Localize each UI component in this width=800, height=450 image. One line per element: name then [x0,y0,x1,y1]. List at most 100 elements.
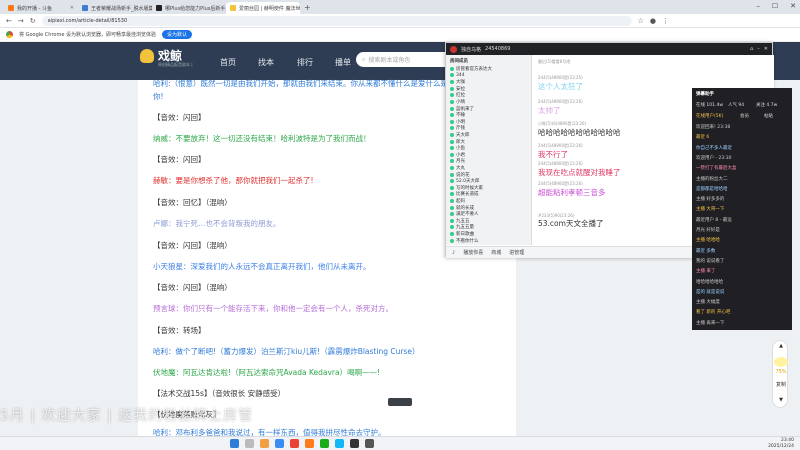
profile-icon[interactable]: ● [650,17,656,25]
member-item[interactable]: 写的时候大家 [450,185,483,191]
member-name: 红拉 [456,93,465,99]
danmaku-row: 看了 新的 开心吧 [696,310,731,316]
tool-shop[interactable]: 商城 [491,249,501,256]
chat-minimize[interactable]: – [757,46,760,52]
obs-icon[interactable] [350,439,359,448]
tab-online[interactable]: 在线用户(5K) [696,113,723,119]
explorer-icon[interactable] [260,439,269,448]
lightbulb-icon[interactable] [774,357,788,367]
member-item[interactable]: 344 [450,73,465,78]
browser-tab-3[interactable]: 爱丽丝园 | 赫明使件 魔法世界✕ [226,2,300,14]
douyu-icon[interactable] [305,439,314,448]
minimize-button[interactable]: – [756,2,760,10]
member-item[interactable]: 天大郎 [450,132,470,138]
tab-label: 哪Plus给您能力Plus后新手用户_广 [165,5,226,12]
tab-close-icon[interactable]: ✕ [70,5,74,11]
reload-icon[interactable]: ↻ [30,17,36,25]
member-item[interactable]: 不睡 [450,112,465,118]
danmaku-row: 最近用户 8 - 最远 [696,217,732,223]
member-name: 郎大 [456,139,465,145]
member-item[interactable]: 起码 [450,198,465,204]
chevron-down-icon[interactable]: ▼ [773,397,789,403]
script-line: 哈利：做个了断吧!（蓄力爆发）泊兰斯汀kiu儿斯!（霹雳爆炸Blasting C… [153,347,420,356]
tool-manage[interactable]: 进管理 [509,249,524,256]
member-item[interactable]: 52.0天大郎 [450,178,480,184]
danmaku-row: 主播 大幅度 [696,300,720,306]
nav-rank[interactable]: 排行 [297,57,313,68]
scroll-top-button[interactable] [388,398,412,406]
member-item[interactable]: 说的花 [450,172,470,178]
member-item[interactable]: 满足不要人 [450,211,479,217]
member-item[interactable]: 大丸 [450,165,465,171]
member-item[interactable]: 小晴 [450,99,465,105]
menu-dots-icon[interactable]: ⋮ [662,17,669,25]
member-name: 比赛长道成 [456,192,479,198]
online-dot-icon [450,179,454,184]
member-item[interactable]: 新日歌曲 [450,231,474,237]
danmaku-row: 是都都是哈哈哈 [696,186,728,192]
member-item[interactable]: 房管看官方表达大 [450,66,492,72]
member-item[interactable]: 红拉 [450,92,465,98]
nav-home[interactable]: 首页 [220,57,236,68]
address-input[interactable]: aipiaxi.com/article-detail/81530 [41,15,632,26]
site-search-input[interactable]: ⌕ 搜索剧本或角色 [356,52,456,67]
nav-find[interactable]: 找本 [258,57,274,68]
member-item[interactable]: 小鱼 [450,145,465,151]
stat-popularity: 人气 94 [728,103,745,108]
tab-favicon-icon [82,5,88,11]
close-window-button[interactable]: ✕ [790,2,796,10]
qq-icon[interactable] [335,439,344,448]
member-item[interactable]: 就的长成 [450,205,474,211]
online-dot-icon [450,205,454,210]
copy-button[interactable]: 复制 [773,381,789,388]
browser-tab-0[interactable]: 我的开播 - 斗鱼 ✕ [4,2,78,14]
wechat-icon[interactable] [320,439,329,448]
tab-label: 王者荣耀战场新手_脱水版集 [91,5,152,12]
member-item[interactable]: 斤钱 [450,125,465,131]
chat-close[interactable]: ✕ [764,46,768,52]
progress-percent: 75% [775,369,787,375]
set-default-button[interactable]: 设为默认 [162,30,193,39]
member-item[interactable]: 月光 [450,158,465,164]
chrome-taskbar-icon[interactable] [290,439,299,448]
script-line: 【法术交战15s】（音效很长 安静感受） [153,389,286,398]
member-item[interactable]: 安拉 [450,86,465,92]
app-icon[interactable] [365,439,374,448]
tab-post[interactable]: 帖贴 [764,113,773,119]
browser-tab-1[interactable]: 王者荣耀战场新手_脱水版集✕ [78,2,152,14]
tool-play[interactable]: 播放你喜 [463,249,483,256]
online-dot-icon [450,146,454,151]
message-sender: 最后(5)看看8号吧 [538,59,571,64]
tab-member[interactable]: 会员 [740,113,749,119]
windows-start-icon[interactable] [230,439,239,448]
member-item[interactable]: 郎大 [450,139,465,145]
online-dot-icon [450,73,454,78]
back-icon[interactable]: ← [6,17,12,25]
browser-tab-2[interactable]: 哪Plus给您能力Plus后新手用户_广✕ [152,2,226,14]
site-logo[interactable]: 戏鲸 原创精品配音剧本 | [140,47,193,67]
member-item[interactable]: 小君 [450,152,465,158]
forward-icon[interactable]: → [18,17,24,25]
member-name: 斤钱 [456,126,465,132]
maximize-button[interactable]: ☐ [772,2,778,10]
nav-playlist[interactable]: 播单 [335,57,351,68]
tab-favicon-icon [8,5,14,11]
chat-message: 244(5)48900是(23:25) 这个人太狂了 [538,75,583,92]
music-icon[interactable]: ♪ [452,250,455,256]
edge-icon[interactable] [275,439,284,448]
member-item[interactable]: 九五五 [450,218,470,224]
member-item[interactable]: 不看你什么 [450,238,479,244]
script-line: 卢娜：我宁死…也不会背叛我的朋友。 [153,219,281,228]
member-item[interactable]: 比赛长道成 [450,191,479,197]
new-tab-button[interactable]: + [300,3,315,12]
member-item[interactable]: 九五五量 [450,224,474,230]
bookmark-star-icon[interactable]: ☆ [638,17,644,25]
home-icon[interactable]: ⌂ [750,46,753,52]
room-id: 24540869 [485,46,511,52]
chevron-up-icon[interactable]: ▲ [773,343,789,349]
member-item[interactable]: 大咖 [450,79,465,85]
search-taskbar-icon[interactable] [245,439,254,448]
member-item[interactable]: 蓝帆来了 [450,106,474,112]
member-name: 月光 [456,159,465,165]
member-item[interactable]: 小明 [450,119,465,125]
